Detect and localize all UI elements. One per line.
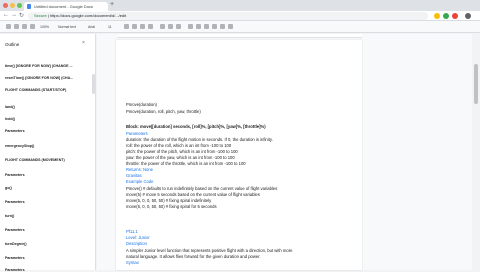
comment-icon[interactable] [168, 24, 173, 29]
extension-icon[interactable] [434, 13, 440, 19]
doc-line: throttle: the power of the throttle, whi… [126, 161, 246, 166]
outline-item[interactable]: time() [IGNORE FOR NOW] (CHANGE ... [5, 64, 91, 68]
doc-line: Pmove(duration) [126, 102, 157, 107]
line-spacing-icon[interactable] [196, 24, 201, 29]
profile-avatar[interactable] [465, 13, 471, 19]
doc-heading: Pf11.1 [126, 229, 138, 234]
doc-line: Block: move([duration] seconds, [roll]%,… [126, 124, 266, 129]
outline-item[interactable]: resetTime() [IGNORE FOR NOW] (CHA... [5, 76, 91, 80]
paint-format-icon[interactable] [30, 24, 35, 29]
url-input[interactable]: Secure | https://docs.google.com/documen… [28, 12, 428, 20]
redo-icon[interactable] [14, 24, 19, 29]
extension-icon[interactable] [452, 13, 458, 19]
outline-sidebar: Outline × time() [IGNORE FOR NOW] (CHANG… [0, 34, 96, 272]
outline-item[interactable]: Parameters [5, 268, 91, 272]
doc-line: duration: the duration of the flight mot… [126, 137, 273, 142]
close-window-button[interactable] [3, 3, 8, 8]
outline-item[interactable]: Parameters [5, 200, 91, 204]
underline-icon[interactable] [140, 24, 145, 29]
italic-icon[interactable] [132, 24, 137, 29]
outline-item[interactable]: Parameters [5, 129, 91, 133]
url-text: https://docs.google.com/document/d/.../e… [49, 13, 127, 18]
browser-titlebar: Untitled document - Google Docs + [0, 0, 480, 11]
outline-item[interactable]: emergencyStop() [5, 144, 91, 148]
maximize-window-button[interactable] [17, 3, 22, 8]
font-select[interactable]: Arial [88, 24, 95, 30]
outline-item[interactable]: land() [5, 105, 91, 109]
outline-item[interactable]: Parameters [5, 228, 91, 232]
doc-heading: Gravitas [126, 173, 142, 178]
back-icon[interactable]: ← [3, 12, 9, 18]
text-color-icon[interactable] [148, 24, 153, 29]
bulleted-list-icon[interactable] [212, 24, 217, 29]
outline-item[interactable]: hold() [5, 117, 91, 121]
doc-line: A simpler Junior level function that rep… [126, 248, 293, 253]
horizontal-ruler[interactable] [117, 34, 362, 38]
doc-line: move(5, 0, 0, 50, 50) # fixing spiral fo… [126, 204, 217, 209]
docs-icon [27, 4, 31, 9]
outline-item[interactable]: Parameters [5, 173, 91, 177]
image-icon[interactable] [176, 24, 181, 29]
outline-item[interactable]: FLIGHT COMMANDS (MOVEMENT) [5, 158, 91, 162]
address-bar-row: ← → ↻ Secure | https://docs.google.com/d… [0, 11, 480, 21]
doc-line: yaw: the power of the yaw, which is an i… [126, 155, 235, 160]
doc-line: natural language. It allows flies forwar… [126, 254, 261, 259]
outline-item[interactable]: FLIGHT COMMANDS (START/STOP) [5, 88, 91, 92]
extension-icon[interactable] [443, 13, 449, 19]
outline-item[interactable]: go() [5, 186, 91, 190]
outline-item[interactable]: turn() [5, 214, 91, 218]
font-size-select[interactable]: 11 [108, 24, 112, 30]
doc-line: pitch: the power of the pitch, which is … [126, 149, 238, 154]
outline-title: Outline [5, 42, 20, 47]
reload-icon[interactable]: ↻ [19, 12, 24, 19]
clear-format-icon[interactable] [228, 24, 233, 29]
bold-icon[interactable] [124, 24, 129, 29]
forward-icon[interactable]: → [11, 12, 17, 18]
doc-line: Pmove() # defaults to run indefinitely b… [126, 186, 278, 191]
align-left-icon[interactable] [188, 24, 193, 29]
outline-item[interactable]: turnDegree() [5, 242, 91, 246]
doc-line: Pmove(duration, roll, pitch, yaw, thrott… [126, 109, 201, 114]
doc-heading: Example Code [126, 179, 154, 184]
doc-line: roll: the power of the roll, which is an… [126, 143, 232, 148]
window-controls [3, 3, 22, 8]
doc-heading: Description [126, 241, 147, 246]
doc-heading: Level: Junior [126, 235, 150, 240]
document-scrollbar[interactable] [472, 34, 480, 270]
outline-item[interactable]: Parameters [5, 256, 91, 260]
document-page[interactable]: Pmove(duration) Pmove(duration, roll, pi… [116, 40, 362, 270]
sidebar-scrollbar[interactable] [92, 74, 95, 94]
secure-label: Secure [34, 13, 47, 18]
numbered-list-icon[interactable] [204, 24, 209, 29]
close-icon[interactable]: × [82, 40, 85, 46]
new-tab-button[interactable]: + [110, 1, 114, 8]
tab-title: Untitled document - Google Docs [34, 4, 93, 9]
doc-heading: Returns: None [126, 167, 153, 172]
minimize-window-button[interactable] [10, 3, 15, 8]
scrollbar-thumb[interactable] [474, 64, 478, 104]
zoom-select[interactable]: 100% [40, 24, 49, 30]
style-select[interactable]: Normal text [58, 24, 76, 30]
doc-line: move(5) # move 5 seconds based on the cu… [126, 192, 260, 197]
doc-line: move(5, 0, 0, 50, 50) # fixing spiral in… [126, 198, 212, 203]
docs-toolbar: 100% Normal text Arial 11 [0, 21, 480, 33]
print-icon[interactable] [22, 24, 27, 29]
link-icon[interactable] [160, 24, 165, 29]
indent-icon[interactable] [220, 24, 225, 29]
browser-tab[interactable]: Untitled document - Google Docs [24, 2, 108, 11]
undo-icon[interactable] [6, 24, 11, 29]
doc-heading: Parameters [126, 131, 148, 136]
doc-heading: Syntax [126, 260, 139, 265]
